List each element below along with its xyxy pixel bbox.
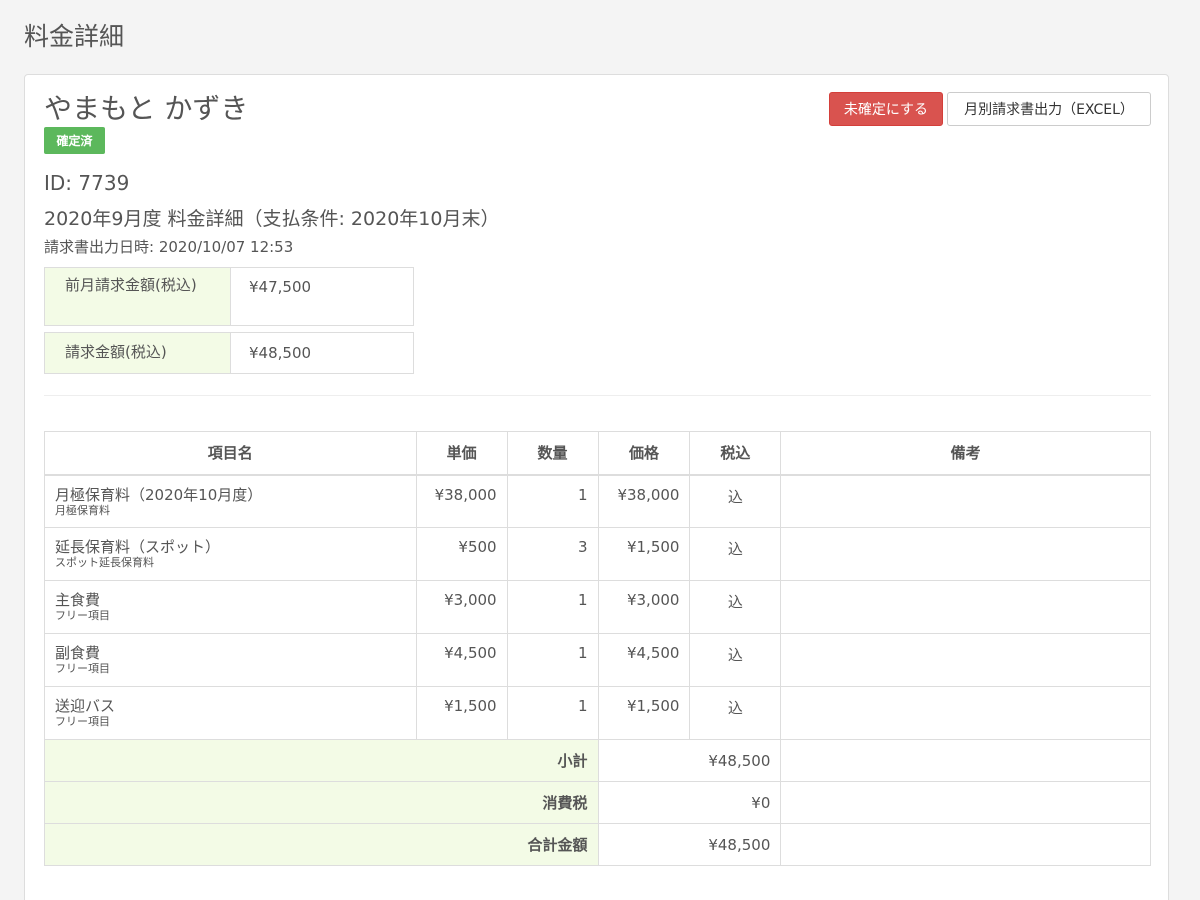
header-name: 項目名 bbox=[44, 431, 417, 476]
header-tax: 税込 bbox=[689, 431, 782, 476]
summary-value-prev: ¥47,500 bbox=[249, 278, 312, 296]
header-quantity: 数量 bbox=[506, 431, 599, 476]
divider bbox=[44, 395, 1151, 396]
item-quantity: 3 bbox=[506, 527, 599, 581]
person-name: やまもと かずき bbox=[44, 92, 249, 125]
id-line: ID: 7739 bbox=[44, 171, 130, 195]
items-table: 項目名 単価 数量 価格 税込 備考 月極保育料（2020年10月度） 月極保育… bbox=[44, 431, 1151, 866]
subtotal-label: 小計 bbox=[44, 739, 599, 782]
item-notes bbox=[780, 474, 1151, 528]
item-unit-price: ¥1,500 bbox=[415, 686, 508, 740]
table-header-row: 項目名 単価 数量 価格 税込 備考 bbox=[44, 431, 1151, 476]
item-notes bbox=[780, 686, 1151, 740]
status-badge: 確定済 bbox=[44, 127, 105, 154]
item-name: 延長保育料（スポット） bbox=[55, 538, 221, 556]
grand-total-row: 合計金額 ¥48,500 bbox=[44, 823, 1151, 866]
item-unit-price: ¥38,000 bbox=[415, 474, 508, 528]
summary-value-current: ¥48,500 bbox=[249, 344, 312, 362]
period-line: 2020年9月度 料金詳細（支払条件: 2020年10月末） bbox=[44, 208, 500, 230]
item-name: 月極保育料（2020年10月度） bbox=[55, 485, 263, 504]
item-name-cell: 月極保育料（2020年10月度） 月極保育料 bbox=[44, 474, 417, 528]
item-tax: 込 bbox=[689, 474, 782, 528]
page-title: 料金詳細 bbox=[24, 22, 125, 51]
total-notes-cell bbox=[780, 781, 1151, 824]
item-price: ¥3,000 bbox=[597, 580, 691, 634]
item-tax: 込 bbox=[689, 580, 782, 634]
item-unit-price: ¥500 bbox=[415, 527, 508, 581]
billing-detail-card: やまもと かずき 確定済 未確定にする 月別請求書出力（EXCEL） ID: 7… bbox=[24, 74, 1169, 900]
summary-row-prev: 前月請求金額(税込) ¥47,500 bbox=[44, 267, 414, 326]
item-name: 送迎バス bbox=[55, 697, 116, 715]
item-category: フリー項目 bbox=[55, 609, 110, 622]
item-price: ¥1,500 bbox=[597, 527, 691, 581]
item-name: 副食費 bbox=[55, 644, 101, 662]
grand-total-value: ¥48,500 bbox=[597, 823, 782, 866]
item-name: 主食費 bbox=[55, 591, 101, 609]
item-category: スポット延長保育料 bbox=[55, 556, 154, 569]
item-name-cell: 延長保育料（スポット） スポット延長保育料 bbox=[44, 527, 417, 581]
item-quantity: 1 bbox=[506, 633, 599, 687]
item-category: フリー項目 bbox=[55, 662, 110, 675]
output-date: 請求書出力日時: 2020/10/07 12:53 bbox=[44, 238, 294, 256]
total-notes-cell bbox=[780, 823, 1151, 866]
item-tax: 込 bbox=[689, 686, 782, 740]
item-quantity: 1 bbox=[506, 686, 599, 740]
table-row: 月極保育料（2020年10月度） 月極保育料 ¥38,000 1 ¥38,000… bbox=[44, 474, 1151, 528]
item-unit-price: ¥3,000 bbox=[415, 580, 508, 634]
item-name-cell: 送迎バス フリー項目 bbox=[44, 686, 417, 740]
summary-label-current: 請求金額(税込) bbox=[45, 333, 231, 373]
tax-label: 消費税 bbox=[44, 781, 599, 824]
header-unit-price: 単価 bbox=[415, 431, 508, 476]
item-tax: 込 bbox=[689, 633, 782, 687]
tax-value: ¥0 bbox=[597, 781, 782, 824]
item-notes bbox=[780, 527, 1151, 581]
item-price: ¥1,500 bbox=[597, 686, 691, 740]
summary-label-prev: 前月請求金額(税込) bbox=[45, 268, 231, 325]
table-row: 送迎バス フリー項目 ¥1,500 1 ¥1,500 込 bbox=[44, 686, 1151, 740]
table-row: 副食費 フリー項目 ¥4,500 1 ¥4,500 込 bbox=[44, 633, 1151, 687]
unconfirm-button[interactable]: 未確定にする bbox=[829, 92, 943, 126]
summary-row-current: 請求金額(税込) ¥48,500 bbox=[44, 332, 414, 374]
item-name-cell: 副食費 フリー項目 bbox=[44, 633, 417, 687]
header-notes: 備考 bbox=[780, 431, 1151, 476]
item-category: フリー項目 bbox=[55, 715, 110, 728]
table-row: 主食費 フリー項目 ¥3,000 1 ¥3,000 込 bbox=[44, 580, 1151, 634]
item-notes bbox=[780, 633, 1151, 687]
item-name-cell: 主食費 フリー項目 bbox=[44, 580, 417, 634]
subtotal-value: ¥48,500 bbox=[597, 739, 782, 782]
header-price: 価格 bbox=[597, 431, 691, 476]
item-category: 月極保育料 bbox=[55, 503, 110, 517]
item-price: ¥4,500 bbox=[597, 633, 691, 687]
item-quantity: 1 bbox=[506, 580, 599, 634]
item-quantity: 1 bbox=[506, 474, 599, 528]
summary-table: 前月請求金額(税込) ¥47,500 請求金額(税込) ¥48,500 bbox=[44, 267, 414, 380]
excel-export-button[interactable]: 月別請求書出力（EXCEL） bbox=[947, 92, 1151, 126]
subtotal-row: 小計 ¥48,500 bbox=[44, 739, 1151, 782]
table-row: 延長保育料（スポット） スポット延長保育料 ¥500 3 ¥1,500 込 bbox=[44, 527, 1151, 581]
item-tax: 込 bbox=[689, 527, 782, 581]
item-notes bbox=[780, 580, 1151, 634]
item-unit-price: ¥4,500 bbox=[415, 633, 508, 687]
tax-row: 消費税 ¥0 bbox=[44, 781, 1151, 824]
total-notes-cell bbox=[780, 739, 1151, 782]
grand-total-label: 合計金額 bbox=[44, 823, 599, 866]
item-price: ¥38,000 bbox=[597, 474, 691, 528]
